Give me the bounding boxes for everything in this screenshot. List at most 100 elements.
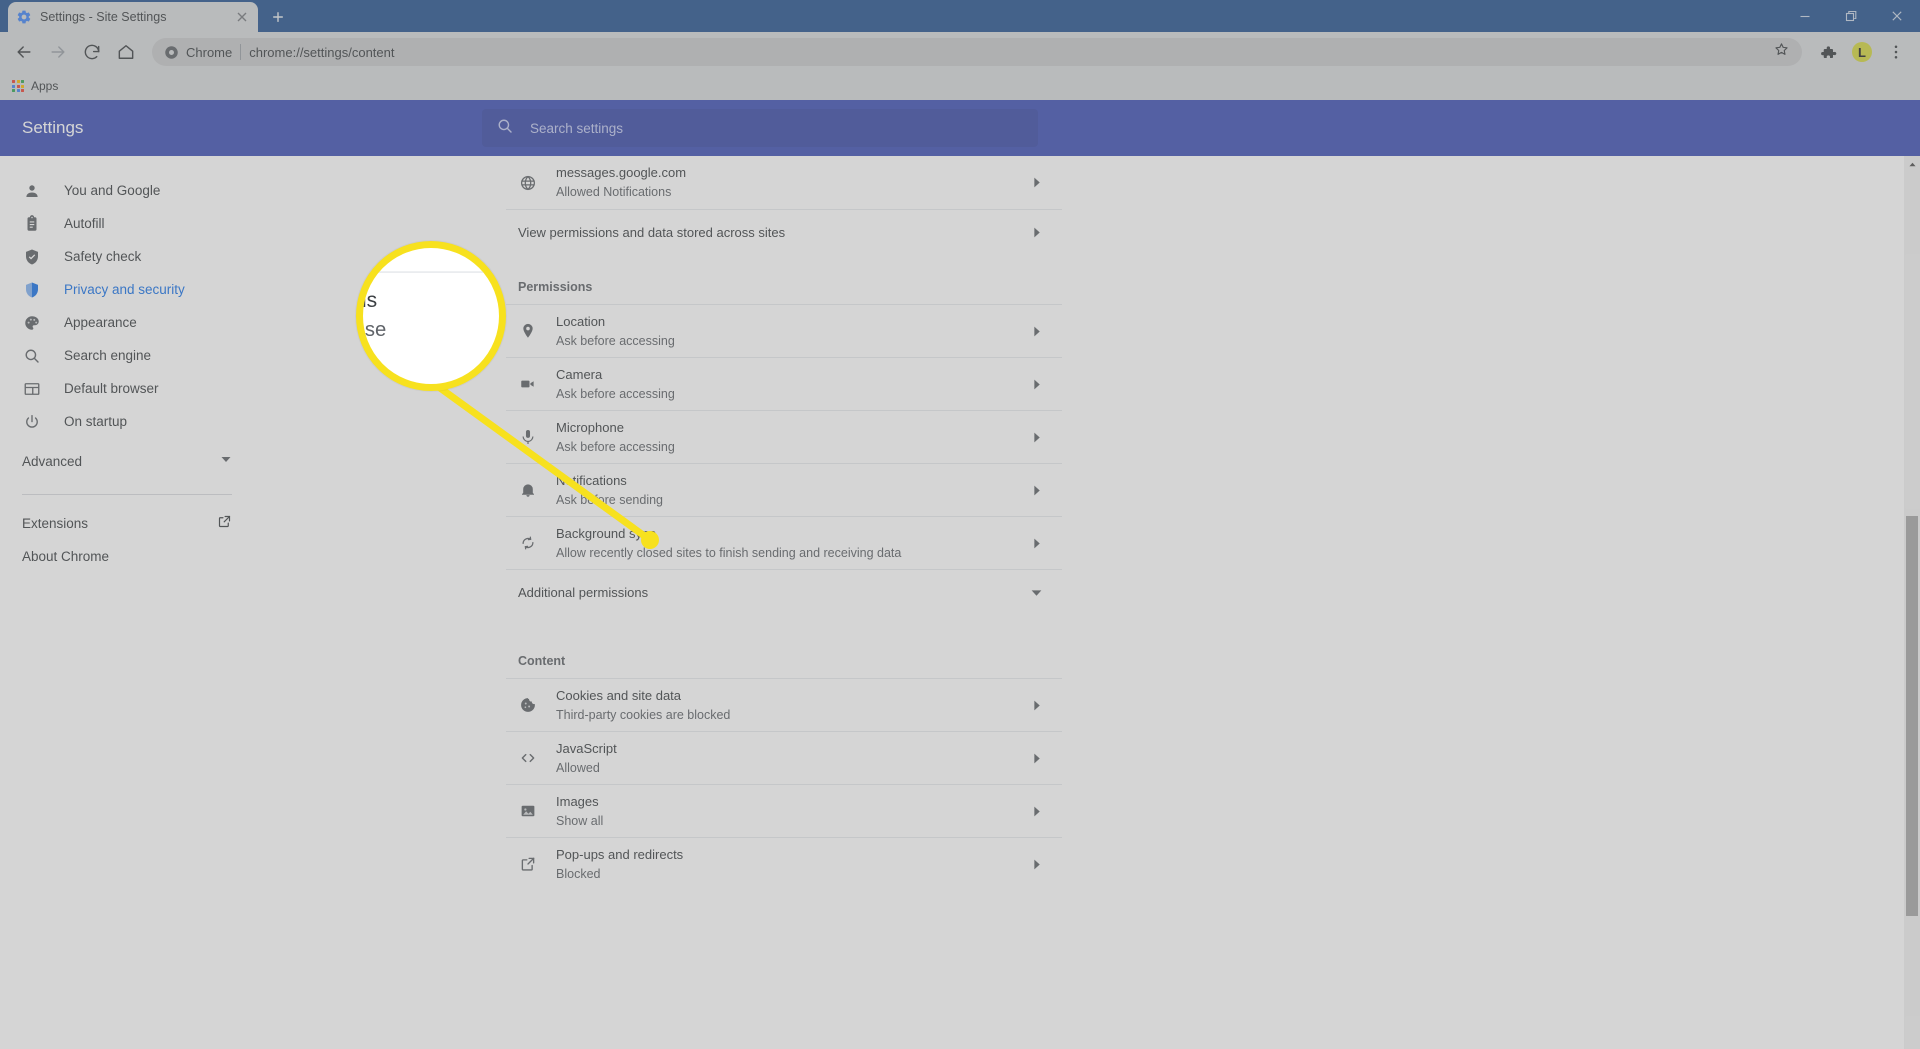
globe-icon [518, 173, 538, 193]
omnibox-divider [240, 44, 242, 60]
chevron-right-icon [1026, 321, 1046, 341]
sidebar-item-about-chrome[interactable]: About Chrome [0, 540, 258, 573]
additional-permissions-label: Additional permissions [518, 584, 649, 600]
content-row-images[interactable]: Images Show all [506, 784, 1062, 837]
home-icon[interactable] [110, 36, 142, 68]
permission-row-background-sync[interactable]: Background sync Allow recently closed si… [506, 516, 1062, 569]
sidebar-item-you-and-google[interactable]: You and Google [0, 174, 258, 207]
sidebar-item-autofill[interactable]: Autofill [0, 207, 258, 240]
sidebar-item-label: Safety check [64, 249, 142, 264]
sidebar: You and Google Autofill Safety check Pri… [0, 156, 258, 1049]
about-label: About Chrome [22, 549, 110, 564]
permission-row-microphone[interactable]: Microphone Ask before accessing [506, 410, 1062, 463]
permission-row-camera[interactable]: Camera Ask before accessing [506, 357, 1062, 410]
shield-check-icon [22, 247, 42, 267]
row-text: JavaScript Allowed [556, 740, 1008, 777]
chevron-right-icon [1026, 533, 1046, 553]
row-text: messages.google.com Allowed Notification… [556, 164, 1008, 201]
extensions-puzzle-icon[interactable] [1812, 36, 1844, 68]
star-icon[interactable] [1773, 41, 1790, 63]
row-subtitle: Ask before accessing [556, 333, 675, 348]
browser-tab[interactable]: Settings - Site Settings [8, 2, 258, 32]
sidebar-item-label: Privacy and security [64, 282, 185, 297]
chrome-menu-icon[interactable] [1880, 36, 1912, 68]
sidebar-item-search-engine[interactable]: Search engine [0, 339, 258, 372]
apps-grid-icon [12, 80, 24, 92]
restore-icon[interactable] [1828, 0, 1874, 32]
sidebar-item-advanced[interactable]: Advanced [0, 444, 258, 478]
content-row-popups[interactable]: Pop-ups and redirects Blocked [506, 837, 1062, 890]
row-text: Cookies and site data Third-party cookie… [556, 687, 1008, 724]
reload-icon[interactable] [76, 36, 108, 68]
sidebar-divider [22, 494, 232, 495]
sidebar-item-appearance[interactable]: Appearance [0, 306, 258, 339]
bell-icon [518, 480, 538, 500]
permission-row-notifications[interactable]: Notifications Ask before sending [506, 463, 1062, 516]
close-icon[interactable] [234, 9, 250, 25]
scrollbar[interactable] [1904, 156, 1920, 1049]
sidebar-item-safety-check[interactable]: Safety check [0, 240, 258, 273]
settings-gear-icon [16, 9, 32, 25]
view-permissions-label: View permissions and data stored across … [518, 224, 786, 240]
address-bar[interactable]: Chrome chrome://settings/content [152, 38, 1802, 66]
bookmarks-bar: Apps [0, 72, 1920, 100]
chevron-down-icon [1026, 582, 1046, 602]
bookmark-apps[interactable]: Apps [12, 79, 58, 93]
site-row-messages-google[interactable]: messages.google.com Allowed Notification… [506, 156, 1062, 209]
row-text: Microphone Ask before accessing [556, 419, 1008, 456]
content-heading: Content [518, 654, 566, 668]
permissions-heading: Permissions [518, 280, 593, 294]
image-icon [518, 801, 538, 821]
apps-label: Apps [31, 79, 59, 93]
sidebar-item-privacy-and-security[interactable]: Privacy and security [0, 273, 258, 306]
row-text: Background sync Allow recently closed si… [556, 525, 1008, 562]
advanced-label: Advanced [22, 453, 83, 469]
minimize-icon[interactable] [1782, 0, 1828, 32]
sidebar-item-extensions[interactable]: Extensions [0, 507, 258, 540]
omnibox-actions [1773, 41, 1790, 63]
additional-permissions-row[interactable]: Additional permissions [506, 569, 1062, 614]
back-icon[interactable] [8, 36, 40, 68]
new-tab-button[interactable] [264, 3, 292, 31]
row-title: Images [556, 793, 599, 809]
camera-icon [518, 374, 538, 394]
row-subtitle: Allow recently closed sites to finish se… [556, 545, 902, 560]
chevron-right-icon [1026, 695, 1046, 715]
scrollbar-thumb[interactable] [1906, 516, 1918, 916]
row-subtitle: Allowed Notifications [556, 185, 672, 199]
url-text: chrome://settings/content [249, 44, 395, 60]
content-row-cookies[interactable]: Cookies and site data Third-party cookie… [506, 678, 1062, 731]
tab-strip: Settings - Site Settings [0, 0, 1920, 32]
extensions-label: Extensions [22, 516, 89, 531]
clipboard-icon [22, 214, 42, 234]
scroll-up-icon[interactable] [1904, 156, 1920, 173]
sidebar-item-default-browser[interactable]: Default browser [0, 372, 258, 405]
view-permissions-link[interactable]: View permissions and data stored across … [506, 209, 1062, 254]
close-window-icon[interactable] [1874, 0, 1920, 32]
row-subtitle: Allowed [556, 760, 600, 775]
tab-title: Settings - Site Settings [40, 10, 167, 24]
row-title: messages.google.com [556, 165, 687, 180]
row-text: Notifications Ask before sending [556, 472, 1008, 509]
shield-icon [22, 280, 42, 300]
row-title: Pop-ups and redirects [556, 846, 684, 862]
row-subtitle: Third-party cookies are blocked [556, 707, 731, 722]
settings-header: Settings Search settings [0, 100, 1920, 156]
chevron-right-icon [1026, 748, 1046, 768]
sidebar-item-label: Appearance [64, 315, 137, 330]
sidebar-item-on-startup[interactable]: On startup [0, 405, 258, 438]
row-subtitle: Ask before accessing [556, 439, 675, 454]
settings-body: You and Google Autofill Safety check Pri… [0, 156, 1920, 1049]
search-input[interactable]: Search settings [482, 109, 1038, 147]
forward-icon[interactable] [42, 36, 74, 68]
sidebar-item-label: Search engine [64, 348, 152, 363]
permission-row-location[interactable]: Location Ask before accessing [506, 304, 1062, 357]
chevron-down-icon [220, 452, 232, 470]
sidebar-item-label: Autofill [64, 216, 105, 231]
settings-content: messages.google.com Allowed Notification… [258, 156, 1920, 1049]
avatar[interactable]: L [1846, 36, 1878, 68]
content-row-javascript[interactable]: JavaScript Allowed [506, 731, 1062, 784]
cookie-icon [518, 695, 538, 715]
chrome-page-chip: Chrome [164, 45, 232, 60]
person-icon [22, 181, 42, 201]
